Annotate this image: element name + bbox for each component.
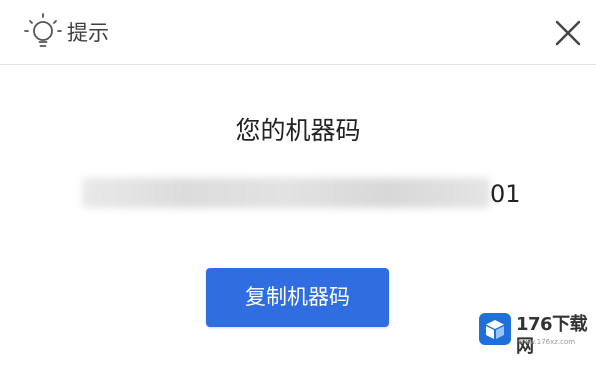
watermark-text: 176下载网 bbox=[516, 314, 588, 357]
cube-logo-icon bbox=[478, 312, 512, 348]
machine-code-redacted bbox=[82, 178, 490, 208]
watermark-url: www.176xz.com bbox=[518, 338, 576, 346]
machine-code-value: 01 bbox=[82, 170, 522, 220]
copy-machine-code-button[interactable]: 复制机器码 bbox=[206, 268, 389, 327]
close-icon[interactable] bbox=[553, 18, 583, 48]
dialog-header: 提示 bbox=[0, 0, 596, 65]
lightbulb-icon bbox=[21, 9, 65, 53]
watermark: 176下载网 www.176xz.com bbox=[478, 312, 588, 357]
dialog-title: 提示 bbox=[67, 21, 109, 45]
machine-code-heading: 您的机器码 bbox=[235, 116, 361, 145]
machine-code-suffix: 01 bbox=[490, 180, 521, 208]
tip-dialog: 提示 您的机器码 01 复制机器码 176下载网 www.176xz.com bbox=[0, 0, 596, 368]
